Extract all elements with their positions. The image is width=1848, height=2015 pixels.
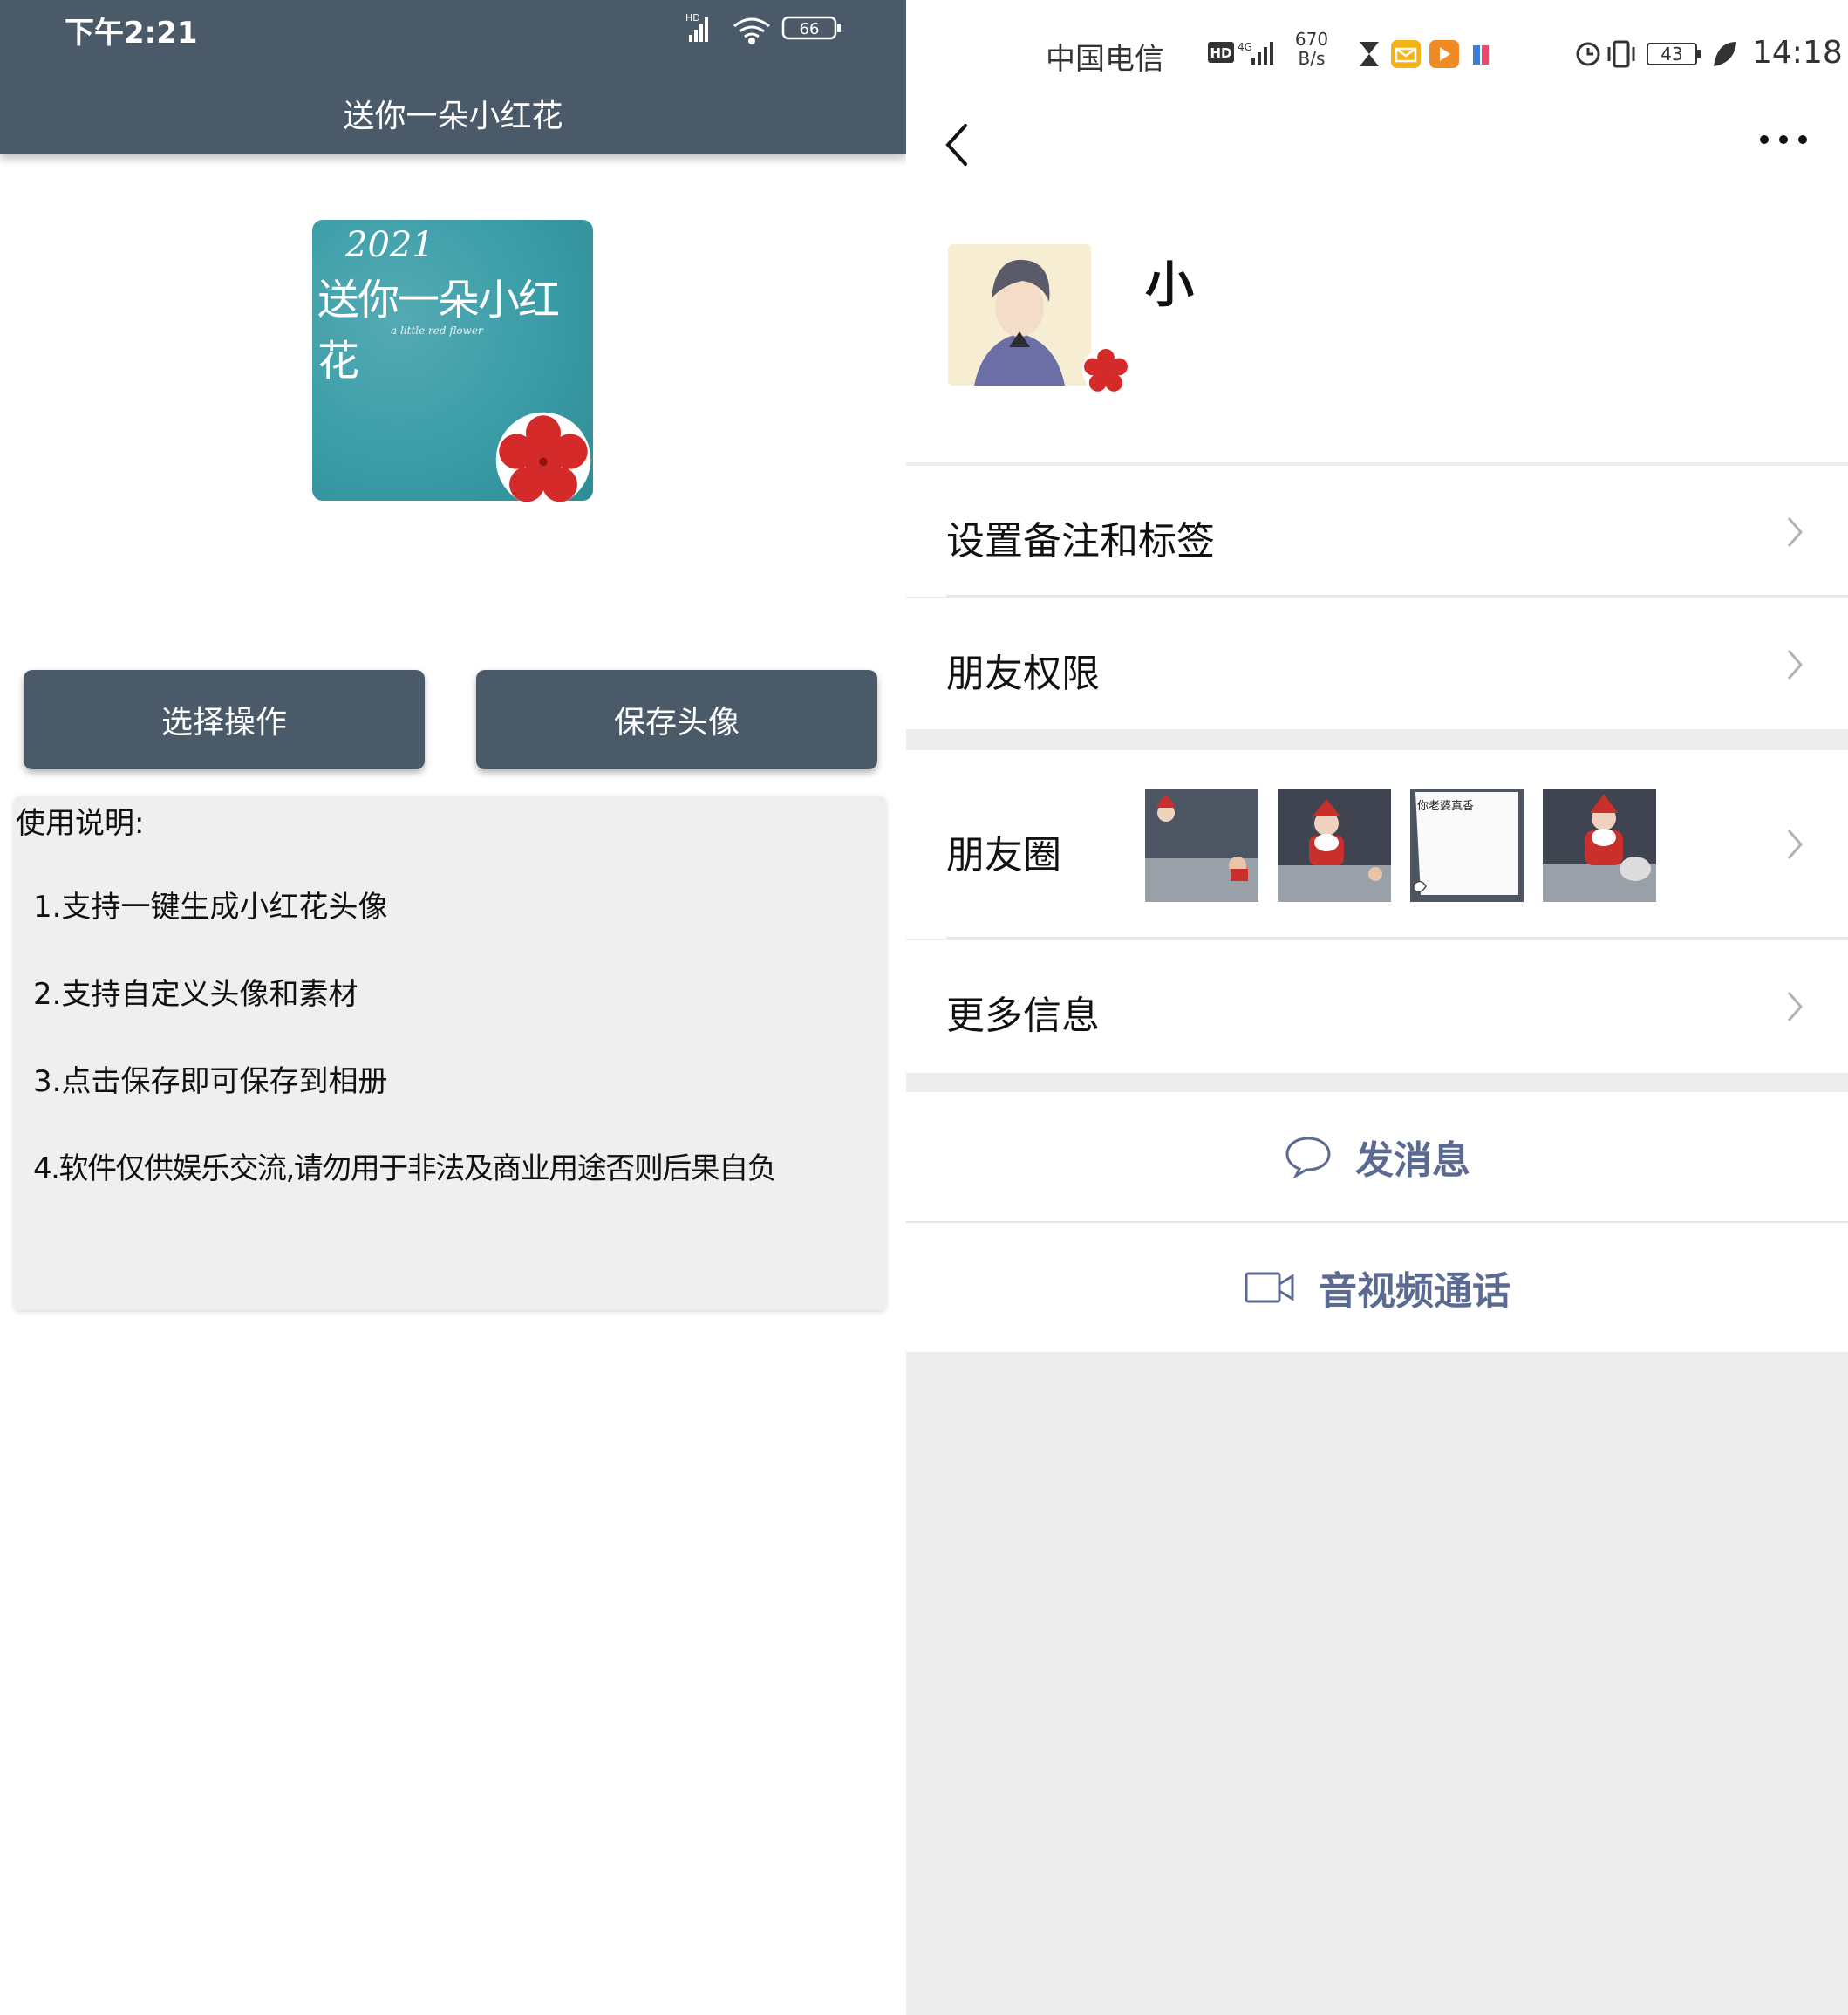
moments-thumbnail (1145, 789, 1258, 902)
svg-text:66: 66 (800, 20, 820, 38)
video-call-label: 音视频通话 (1319, 1269, 1510, 1314)
status-bar: 中国电信 HD 4G 670 B/s 43 14:18 (1046, 29, 1843, 82)
avatar-subtitle: a little red flower (391, 324, 483, 337)
paper-note-thumbnail-icon: 你老婆真香 (1410, 789, 1524, 902)
moments-thumbnail (1543, 789, 1656, 902)
leaf-icon (1714, 42, 1736, 66)
left-panel-red-flower-app: 下午2:21 HD 66 送你一朵小红花 2021 送你一朵小红花 a litt… (0, 0, 906, 2015)
contact-name: 小 (1145, 257, 1194, 314)
instructions-title: 使用说明: (16, 806, 145, 841)
status-icons: HD 66 (685, 12, 841, 44)
svg-text:你老婆真香: 你老婆真香 (1417, 800, 1474, 813)
send-message-button[interactable]: 发消息 (906, 1092, 1848, 1223)
moments-thumbnail (1278, 789, 1391, 902)
santa-thumbnail-icon (1543, 789, 1656, 902)
send-message-action: 发消息 (906, 1092, 1848, 1221)
instruction-item: 2.支持自定义头像和素材 (33, 977, 358, 1012)
friend-permissions-row[interactable]: 朋友权限 (906, 598, 1848, 729)
svg-text:43: 43 (1660, 44, 1682, 65)
chevron-right-icon (1787, 830, 1803, 859)
santa-thumbnail-icon (1278, 789, 1391, 902)
battery-icon: 66 (781, 16, 841, 40)
row-label: 设置备注和标签 (946, 519, 1215, 564)
red-flower-icon (495, 412, 591, 508)
app-top-bar: 下午2:21 HD 66 送你一朵小红花 (0, 0, 906, 154)
row-label: 朋友圈 (946, 833, 1061, 878)
chevron-right-icon (1787, 517, 1803, 547)
network-speed: 670 B/s (1294, 29, 1329, 69)
instructions-panel: 使用说明: 1.支持一键生成小红花头像 2.支持自定义头像和素材 3.点击保存即… (14, 796, 886, 1310)
avatar-year: 2021 (345, 225, 434, 265)
moments-row[interactable]: 朋友圈 你老婆真香 (906, 750, 1848, 939)
app-icon (1473, 45, 1489, 65)
save-avatar-button[interactable]: 保存头像 (476, 670, 877, 769)
hourglass-icon (1360, 42, 1379, 66)
vibrate-icon (1607, 40, 1635, 68)
battery-icon: 43 (1647, 43, 1701, 65)
moments-thumbnail: 你老婆真香 (1410, 789, 1524, 902)
right-panel-contact-profile: 中国电信 HD 4G 670 B/s 43 14:18 小 设置备注和标签 朋友… (906, 0, 1848, 2015)
instruction-item: 1.支持一键生成小红花头像 (33, 890, 388, 925)
alarm-icon (1576, 42, 1600, 66)
status-time: 14:18 (1752, 35, 1843, 71)
carrier-name: 中国电信 (1046, 42, 1164, 77)
system-icons: 43 (1576, 40, 1736, 68)
set-remark-and-tags-row[interactable]: 设置备注和标签 (906, 466, 1848, 597)
video-app-icon (1429, 40, 1459, 68)
svg-text:HD: HD (685, 12, 700, 24)
row-label: 朋友权限 (946, 652, 1100, 696)
chevron-right-icon (1787, 992, 1803, 1021)
red-flower-icon (1082, 347, 1129, 394)
svg-text:4G: 4G (1238, 41, 1252, 53)
chevron-right-icon (1787, 650, 1803, 680)
network-icons: HD 4G (1208, 41, 1273, 65)
instruction-item: 4.软件仅供娱乐交流,请勿用于非法及商业用途否则后果自负 (33, 1151, 777, 1186)
santa-thumbnail-icon (1145, 789, 1258, 902)
video-call-button[interactable]: 音视频通话 (906, 1223, 1848, 1352)
mail-icon (1391, 40, 1421, 68)
video-call-action: 音视频通话 (906, 1223, 1848, 1352)
contact-avatar[interactable] (948, 244, 1129, 394)
notification-icons (1360, 40, 1489, 68)
video-camera-icon (1245, 1272, 1294, 1303)
select-action-button[interactable]: 选择操作 (24, 670, 425, 769)
instruction-item: 3.点击保存即可保存到相册 (33, 1064, 388, 1099)
status-time: 下午2:21 (65, 16, 198, 51)
wifi-icon (733, 17, 770, 44)
signal-icon: HD (685, 12, 708, 42)
send-message-label: 发消息 (1355, 1138, 1470, 1183)
svg-text:HD: HD (1210, 45, 1231, 61)
back-arrow-icon[interactable] (943, 122, 971, 167)
more-options-icon[interactable] (1757, 131, 1810, 148)
more-info-row[interactable]: 更多信息 (906, 940, 1848, 1073)
anime-character-avatar-icon (948, 244, 1091, 386)
app-title: 送你一朵小红花 (343, 99, 563, 134)
profile-header: 中国电信 HD 4G 670 B/s 43 14:18 小 (906, 0, 1848, 462)
divider (946, 937, 1848, 939)
chat-bubble-icon (1285, 1137, 1331, 1178)
divider (946, 595, 1848, 597)
avatar-preview[interactable]: 2021 送你一朵小红花 a little red flower (312, 220, 593, 508)
row-label: 更多信息 (946, 994, 1100, 1038)
